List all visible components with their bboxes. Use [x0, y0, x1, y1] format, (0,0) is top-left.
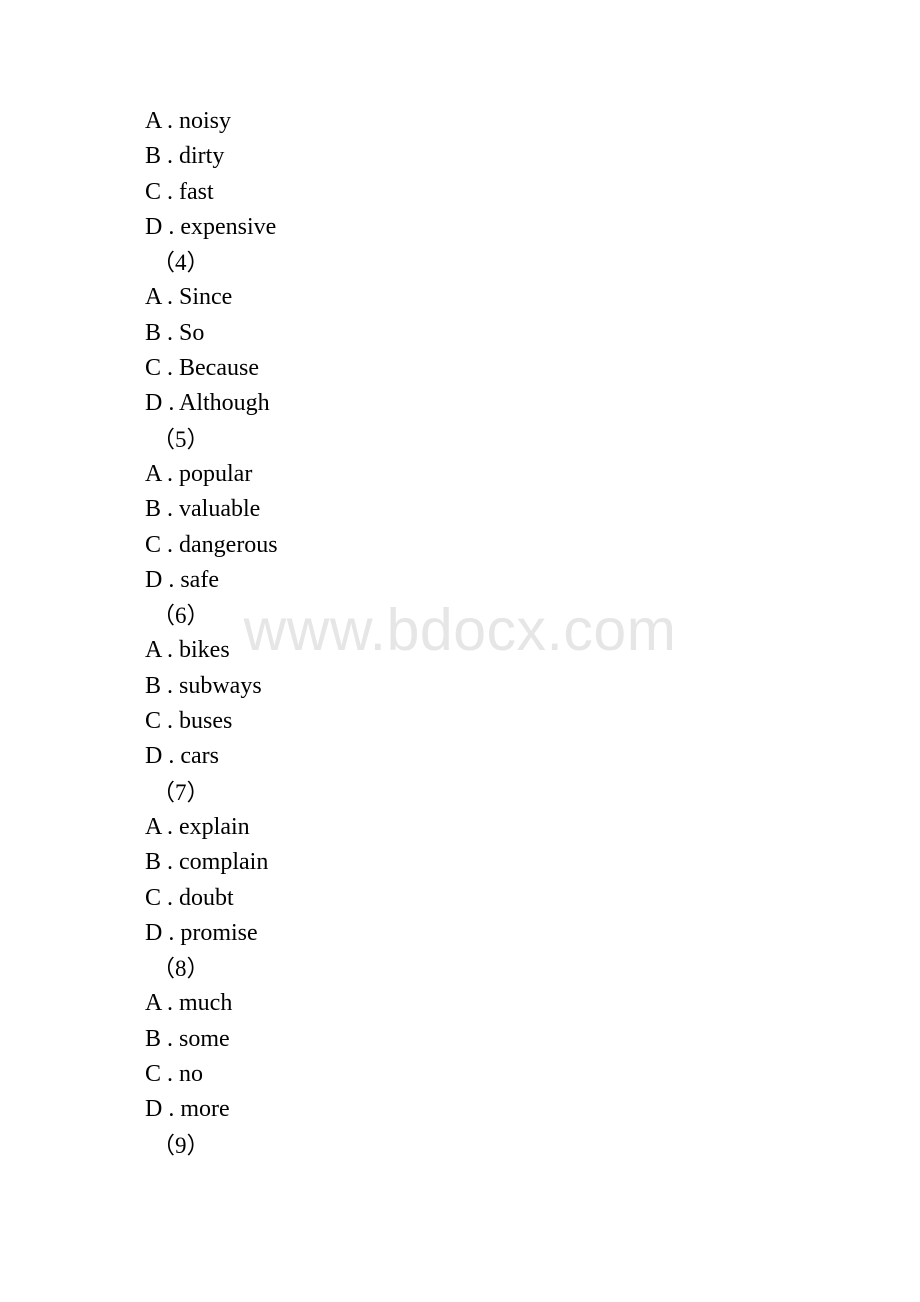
question-number: （8）	[152, 956, 210, 982]
answer-option: D . Although	[145, 390, 270, 417]
answer-option: A . noisy	[145, 108, 232, 134]
answer-option: C . buses	[145, 708, 233, 735]
answer-option: A . bikes	[145, 637, 230, 664]
answer-option: D . more	[145, 1096, 230, 1123]
question-number: （4）	[152, 250, 210, 276]
answer-option: A . popular	[145, 460, 253, 487]
question-number: （9）	[152, 1132, 210, 1158]
answer-option: C . Because	[145, 355, 259, 382]
answer-option: B . valuable	[145, 496, 261, 523]
answer-option: C . no	[145, 1061, 204, 1088]
answer-option: B . some	[145, 1025, 230, 1052]
answer-option: B . So	[145, 319, 205, 346]
question-number: （7）	[152, 779, 210, 805]
document-page: www.bdocx.com A . noisy B . dirty C . fast…	[0, 0, 920, 1302]
answer-option: D . promise	[145, 919, 258, 946]
answer-option: A . much	[145, 990, 233, 1017]
answer-option: D . safe	[145, 566, 219, 593]
question-number: （6）	[152, 603, 210, 629]
answer-option: D . expensive	[145, 213, 277, 240]
question-number: （5）	[152, 426, 210, 452]
answer-option: D . cars	[145, 743, 219, 770]
answer-option: A . Since	[145, 284, 233, 311]
answer-option: B . subways	[145, 672, 262, 699]
answer-option: B . dirty	[145, 143, 225, 170]
document-text-body: A . noisy B . dirty C . fast D . expensive （…	[145, 104, 805, 1163]
answer-option: A . explain	[145, 813, 250, 840]
answer-option: C . fast	[145, 178, 214, 205]
answer-option: C . doubt	[145, 884, 234, 911]
answer-option: B . complain	[145, 849, 269, 876]
answer-option: C . dangerous	[145, 531, 278, 558]
